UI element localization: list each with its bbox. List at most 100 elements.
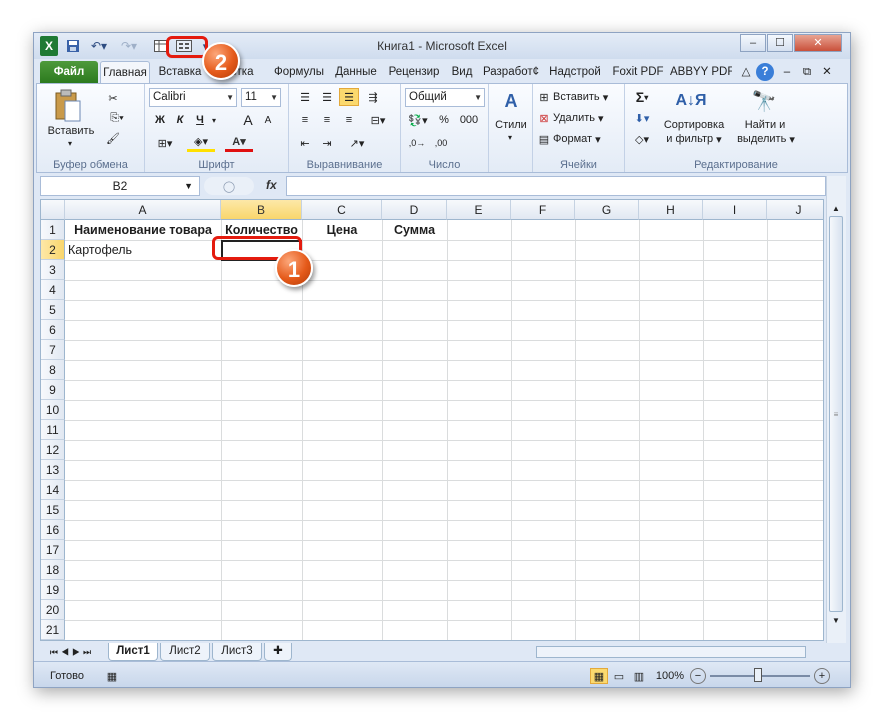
number-format-select[interactable]: Общий ▼ bbox=[405, 88, 485, 107]
italic-button[interactable]: К bbox=[171, 111, 189, 129]
delete-cells-icon[interactable]: ⊠ bbox=[537, 109, 551, 127]
formula-input[interactable] bbox=[286, 176, 826, 196]
styles-dropdown-icon[interactable]: ▾ bbox=[505, 132, 515, 142]
format-cells-icon[interactable]: ▤ bbox=[537, 130, 551, 148]
tab-data[interactable]: Данные bbox=[330, 61, 382, 83]
autosum-button[interactable]: Σ ▾ bbox=[629, 88, 655, 106]
tab-insert[interactable]: Вставка bbox=[154, 61, 206, 83]
format-cells-button[interactable]: Формат ▾ bbox=[553, 130, 613, 148]
sheet-tab-1[interactable]: Лист1 bbox=[108, 643, 158, 661]
help-icon[interactable]: ? bbox=[756, 63, 774, 81]
column-header[interactable]: C bbox=[302, 200, 382, 220]
format-painter-icon[interactable]: 🖌 bbox=[103, 128, 123, 148]
insert-cells-button[interactable]: Вставить ▾ bbox=[553, 88, 613, 106]
paste-dropdown-icon[interactable]: ▾ bbox=[65, 138, 75, 148]
macro-record-icon[interactable]: ▦ bbox=[104, 668, 120, 684]
fill-color-icon[interactable]: ◈▾ bbox=[187, 134, 215, 152]
shrink-font-button[interactable]: A bbox=[259, 111, 277, 129]
styles-icon[interactable]: A bbox=[499, 88, 523, 114]
tab-foxit-pdf[interactable]: Foxit PDF bbox=[608, 61, 668, 83]
fill-icon[interactable]: ⬇▾ bbox=[629, 109, 655, 127]
percent-button[interactable]: % bbox=[435, 111, 453, 129]
zoom-in-button[interactable]: + bbox=[814, 668, 830, 684]
tab-developer[interactable]: Разработ¢ bbox=[480, 61, 542, 83]
ribbon-collapse-icon[interactable]: △ bbox=[738, 61, 754, 83]
align-top-icon[interactable]: ☰ bbox=[295, 88, 315, 106]
tab-file[interactable]: Файл bbox=[40, 61, 98, 83]
row-header[interactable]: 18 bbox=[41, 560, 65, 580]
wrap-text-icon[interactable]: ⇶ bbox=[363, 88, 383, 106]
find-select-button[interactable]: выделить ▾ bbox=[731, 132, 801, 146]
vertical-scrollbar[interactable]: ▲ ≡ ▼ bbox=[826, 176, 846, 644]
row-header[interactable]: 5 bbox=[41, 300, 65, 320]
page-layout-view-icon[interactable]: ▭ bbox=[610, 668, 628, 684]
merge-center-icon[interactable]: ⊟▾ bbox=[363, 111, 393, 129]
zoom-out-button[interactable]: − bbox=[690, 668, 706, 684]
row-header[interactable]: 10 bbox=[41, 400, 65, 420]
font-name-select[interactable]: Calibri ▼ bbox=[149, 88, 237, 107]
copy-icon[interactable]: ⎘▾ bbox=[103, 108, 131, 128]
paste-button[interactable]: Вставить bbox=[41, 124, 101, 138]
row-header[interactable]: 4 bbox=[41, 280, 65, 300]
underline-button[interactable]: Ч bbox=[191, 111, 209, 129]
align-center-icon[interactable]: ≡ bbox=[317, 111, 337, 129]
tab-review[interactable]: Рецензир bbox=[384, 61, 444, 83]
delete-cells-button[interactable]: Удалить ▾ bbox=[553, 109, 613, 127]
select-all-corner[interactable] bbox=[41, 200, 65, 220]
clear-icon[interactable]: ◇▾ bbox=[629, 130, 655, 148]
tab-formulas[interactable]: Формулы bbox=[270, 61, 328, 83]
normal-view-icon[interactable]: ▦ bbox=[590, 668, 608, 684]
doc-restore-icon[interactable]: ⧉ bbox=[798, 61, 816, 83]
tab-abbyy-pdf[interactable]: ABBYY PDF bbox=[670, 61, 732, 83]
row-header[interactable]: 8 bbox=[41, 360, 65, 380]
insert-cells-icon[interactable]: ⊞ bbox=[537, 88, 551, 106]
align-middle-icon[interactable]: ☰ bbox=[317, 88, 337, 106]
row-header[interactable]: 1 bbox=[41, 220, 65, 240]
orientation-icon[interactable]: ↗▾ bbox=[343, 134, 371, 152]
row-header[interactable]: 9 bbox=[41, 380, 65, 400]
page-break-view-icon[interactable]: ▥ bbox=[630, 668, 648, 684]
row-header[interactable]: 7 bbox=[41, 340, 65, 360]
sort-filter-label-1[interactable]: Сортировка bbox=[659, 118, 729, 132]
doc-close-icon[interactable]: ✕ bbox=[818, 61, 836, 83]
doc-minimize-icon[interactable]: – bbox=[778, 61, 796, 83]
sheet-nav-icon[interactable]: ⏮◀▶⏭ bbox=[42, 645, 102, 659]
sort-filter-button[interactable]: и фильтр ▾ bbox=[659, 132, 729, 146]
decrease-decimal-icon[interactable]: ,00 bbox=[431, 134, 451, 152]
cut-icon[interactable]: ✂ bbox=[103, 88, 123, 108]
row-header[interactable]: 3 bbox=[41, 260, 65, 280]
styles-button[interactable]: Стили bbox=[491, 118, 531, 132]
align-left-icon[interactable]: ≡ bbox=[295, 111, 315, 129]
grow-font-button[interactable]: A bbox=[239, 111, 257, 129]
decrease-indent-icon[interactable]: ⇤ bbox=[295, 134, 315, 152]
cell-a2[interactable]: Картофель bbox=[65, 240, 221, 260]
row-header[interactable]: 17 bbox=[41, 540, 65, 560]
row-header[interactable]: 16 bbox=[41, 520, 65, 540]
increase-decimal-icon[interactable]: ,0→ bbox=[407, 134, 427, 152]
borders-icon[interactable]: ⊞▾ bbox=[151, 134, 179, 152]
cell-c1[interactable]: Цена bbox=[302, 220, 382, 240]
binoculars-icon[interactable]: 🔭 bbox=[749, 86, 779, 116]
sheet-tab-3[interactable]: Лист3 bbox=[212, 643, 262, 661]
column-header[interactable]: B bbox=[221, 200, 302, 220]
sheet-tab-2[interactable]: Лист2 bbox=[160, 643, 210, 661]
tab-addins[interactable]: Надстрой bbox=[544, 61, 606, 83]
column-header[interactable]: J bbox=[767, 200, 823, 220]
new-sheet-icon[interactable]: ✚ bbox=[264, 643, 292, 661]
insert-function-button[interactable]: fx bbox=[266, 178, 277, 192]
column-header[interactable]: F bbox=[511, 200, 575, 220]
row-header[interactable]: 15 bbox=[41, 500, 65, 520]
currency-icon[interactable]: 💱▾ bbox=[405, 111, 431, 129]
row-header[interactable]: 14 bbox=[41, 480, 65, 500]
bold-button[interactable]: Ж bbox=[151, 111, 169, 129]
scroll-down-icon[interactable]: ▼ bbox=[829, 614, 843, 626]
font-color-icon[interactable]: A▾ bbox=[225, 134, 253, 152]
zoom-slider-thumb[interactable] bbox=[754, 668, 762, 682]
align-bottom-icon[interactable]: ☰ bbox=[339, 88, 359, 106]
font-size-select[interactable]: 11 ▼ bbox=[241, 88, 281, 107]
row-header[interactable]: 6 bbox=[41, 320, 65, 340]
row-header[interactable]: 13 bbox=[41, 460, 65, 480]
tab-home[interactable]: Главная bbox=[100, 61, 150, 83]
row-header[interactable]: 11 bbox=[41, 420, 65, 440]
row-header[interactable]: 12 bbox=[41, 440, 65, 460]
